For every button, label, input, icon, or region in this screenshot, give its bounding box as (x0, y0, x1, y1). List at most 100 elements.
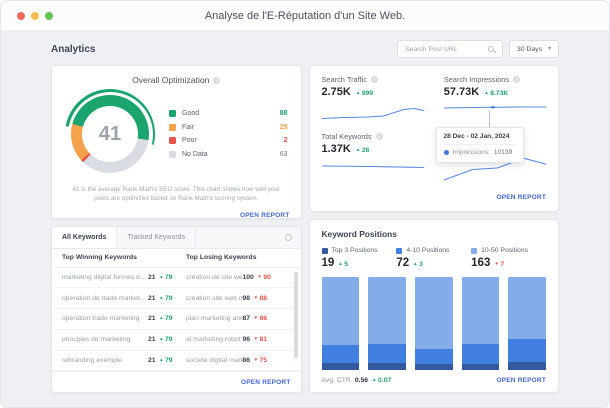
legend-label: 10-50 Positions (481, 247, 529, 254)
open-report-link[interactable]: OPEN REPORT (241, 379, 291, 386)
open-report-link[interactable]: OPEN REPORT (496, 377, 546, 384)
optimization-gauge: 41 (65, 89, 155, 179)
table-row: principes de marketing 2179 ai marketing… (52, 330, 301, 351)
close-window-icon[interactable] (17, 11, 25, 20)
up-arrow-icon: 79 (159, 336, 173, 343)
overall-optimization-card: Overall Optimization 41 Good 88 (51, 65, 302, 219)
window-controls (17, 11, 53, 20)
analytics-toolbar: Analytics 30 Days ▾ (51, 40, 559, 58)
chart-tooltip: 28 Dec - 02 Jan, 2024 Impressions: 10139 (435, 127, 524, 163)
info-icon[interactable] (213, 76, 221, 84)
legend-swatch-10-50 (471, 247, 478, 254)
legend-swatch-fair (169, 123, 176, 131)
metric-value: 2.75K (321, 86, 351, 98)
bar-segment (461, 343, 500, 365)
bar-segment (368, 362, 406, 370)
legend-label: No Data (182, 150, 208, 158)
metric-value: 57.73K (443, 86, 480, 98)
date-range-value: 30 Days (517, 45, 542, 53)
metric-value: 1.37K (321, 142, 351, 155)
positions-card-footer: Avg. CTR 0.56 0.07 OPEN REPORT (322, 377, 547, 384)
tab-all-keywords[interactable]: All Keywords (52, 227, 118, 248)
search-traffic-sparkline (322, 103, 424, 123)
down-arrow-icon: 7 (494, 261, 504, 268)
total-keywords-sparkline (322, 160, 424, 180)
legend-value: 63 (279, 150, 288, 158)
bar-segment (368, 343, 406, 363)
chevron-down-icon: ▾ (547, 46, 551, 52)
winning-keyword: opération de trade market… (62, 294, 147, 302)
table-row: marketing digital formes d… 2179 créatio… (52, 268, 301, 289)
stacked-bar (321, 277, 360, 370)
metric-search-traffic: Search Traffic 2.75K 999 (322, 75, 424, 127)
down-arrow-icon: 90 (257, 274, 271, 281)
minimize-window-icon[interactable] (31, 11, 39, 20)
keywords-tabbar: All Keywords Tracked Keywords (52, 227, 301, 249)
losing-keyword: plan marketing annuel ex… (186, 315, 243, 323)
date-range-select[interactable]: 30 Days ▾ (509, 40, 559, 58)
up-arrow-icon: 999 (356, 90, 373, 97)
bar-segment (508, 361, 547, 370)
search-input[interactable] (398, 45, 481, 53)
stacked-bar (368, 277, 406, 370)
left-column: Overall Optimization 41 Good 88 (51, 65, 302, 393)
legend-item-4-10: 4-10 Positions 723 (396, 247, 471, 269)
winning-keyword: opération trade marketing (62, 315, 140, 323)
metric-search-impressions: Search Impressions 57.73K 8.73K (444, 75, 546, 127)
table-scrollbar[interactable] (293, 272, 298, 358)
info-icon[interactable] (370, 76, 378, 83)
settings-icon[interactable] (284, 233, 292, 241)
legend-swatch-poor (169, 137, 176, 145)
info-icon[interactable] (513, 76, 521, 83)
legend-item-good: Good 88 (169, 110, 288, 118)
table-row: opération trade marketing 2179 plan mark… (52, 309, 301, 330)
winning-keyword: principes de marketing (62, 336, 131, 344)
legend-item-top3: Top 3 Positions 195 (321, 247, 397, 269)
metric-label: Search Traffic (321, 75, 367, 84)
bar-segment (461, 364, 500, 370)
zoom-window-icon[interactable] (45, 11, 53, 20)
up-arrow-icon: 5 (338, 261, 348, 268)
search-icon (488, 46, 495, 52)
up-arrow-icon: 79 (159, 295, 173, 302)
open-report-link[interactable]: OPEN REPORT (240, 212, 290, 219)
legend-label: Top 3 Positions (331, 247, 378, 254)
keywords-card-footer: OPEN REPORT (52, 371, 301, 392)
up-arrow-icon: 0.07 (372, 377, 391, 384)
legend-item-poor: Poor 2 (169, 137, 288, 145)
bar-segment (508, 277, 547, 340)
losing-keyword: ai marketing robot (186, 336, 241, 344)
stacked-bar (461, 277, 500, 370)
page-title: Analytics (51, 43, 96, 55)
tooltip-series-label: Impressions: (452, 149, 490, 156)
winning-column-header: Top Winning Keywords (62, 254, 137, 262)
stacked-bar (508, 277, 547, 370)
table-row: rebranding exemple 2179 societe digital … (52, 351, 301, 372)
search-performance-card: Search Traffic 2.75K 999 Search Impressio… (308, 65, 559, 212)
legend-label: Fair (182, 123, 195, 131)
open-report-link[interactable]: OPEN REPORT (496, 194, 546, 201)
keywords-card: All Keywords Tracked Keywords Top Winnin… (51, 226, 302, 393)
traffic-card-footer: OPEN REPORT (322, 186, 547, 204)
legend-swatch-good (169, 110, 176, 118)
legend-swatch-4-10 (396, 247, 403, 254)
legend-value: 2 (283, 137, 288, 145)
overall-optimization-title: Overall Optimization (132, 75, 210, 85)
bar-segment (414, 364, 453, 370)
tab-tracked-keywords[interactable]: Tracked Keywords (117, 227, 197, 248)
avg-ctr-value: 0.56 (354, 377, 369, 384)
losing-keyword: création de site web mar… (186, 273, 243, 281)
legend-value: 163 (471, 257, 491, 269)
bar-segment (321, 363, 360, 370)
info-icon[interactable] (375, 132, 383, 140)
legend-value: 19 (321, 257, 335, 269)
losing-keyword: création site web maroc (186, 294, 243, 302)
up-arrow-icon: 26 (356, 147, 370, 154)
tooltip-connector-line (488, 110, 490, 128)
search-post-url-box[interactable] (397, 40, 504, 58)
metric-label: Search Impressions (443, 75, 510, 84)
positions-legend: Top 3 Positions 195 4-10 Positions 723 1… (321, 247, 547, 269)
bar-segment (321, 344, 360, 364)
up-arrow-icon: 79 (159, 315, 173, 322)
legend-swatch-nodata (169, 150, 176, 158)
